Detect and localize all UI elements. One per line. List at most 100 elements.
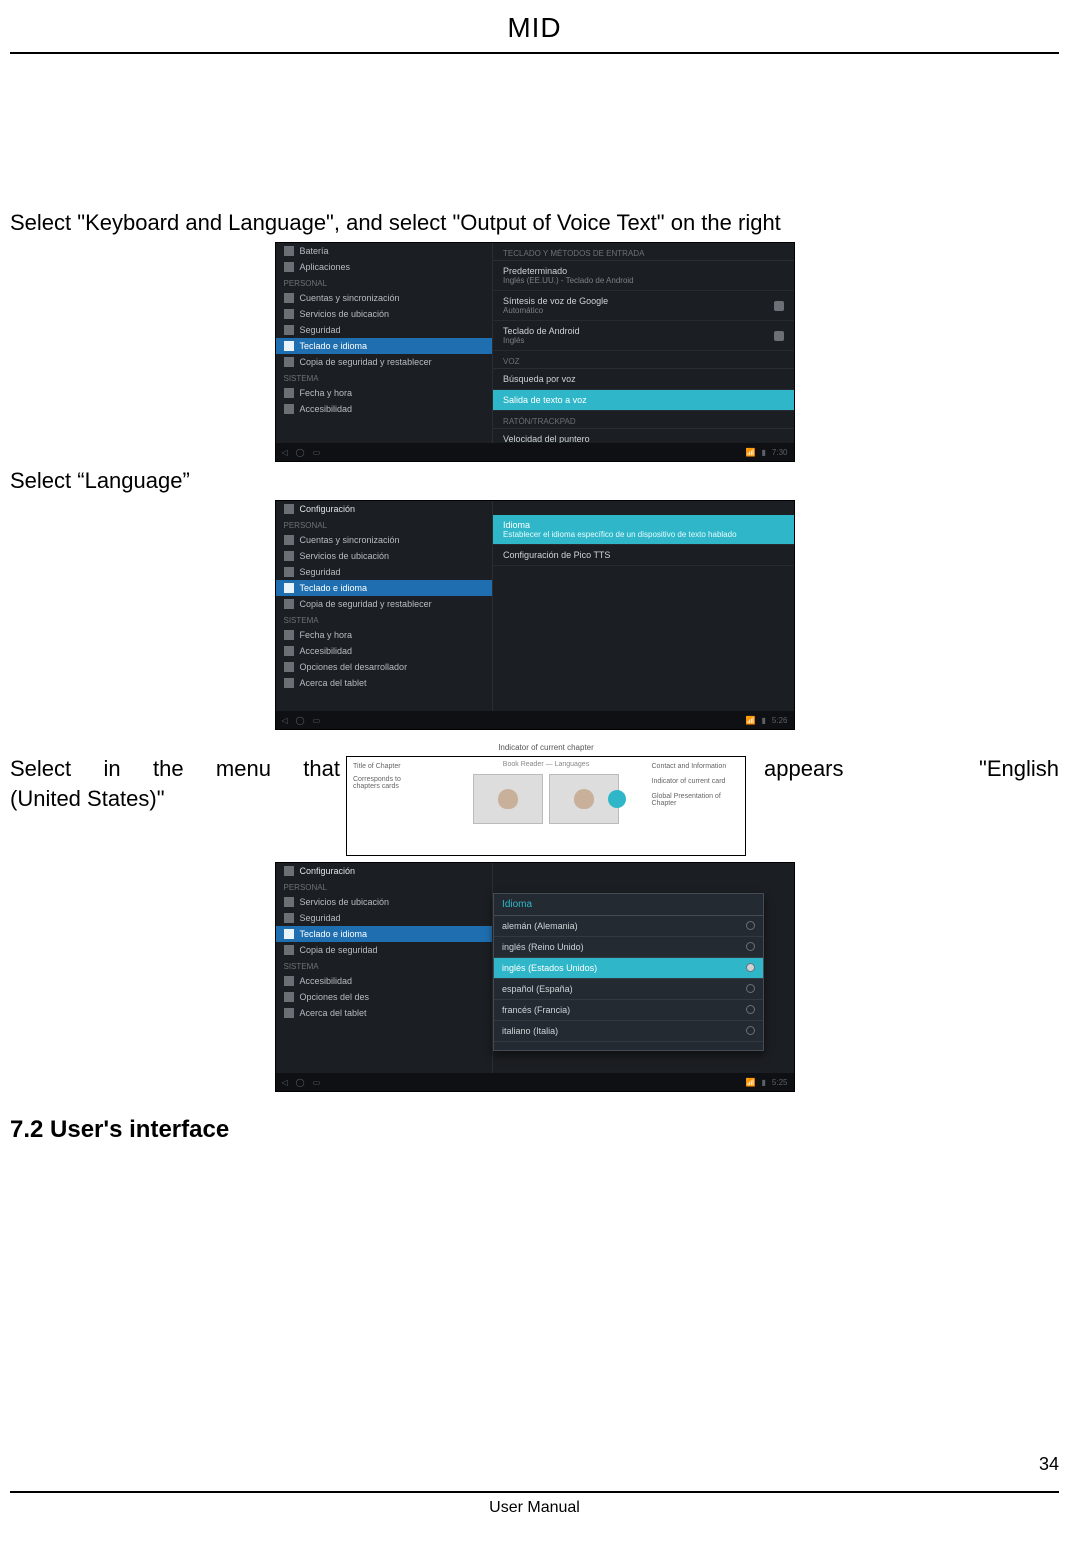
main-row-sub: Establecer el idioma específico de un di… [503, 530, 736, 539]
main-row-sub: Inglés [503, 336, 580, 345]
main-row-label: Idioma [503, 520, 530, 530]
main-row[interactable]: Búsqueda por voz [493, 369, 793, 390]
sidebar-item[interactable]: Fecha y hora [276, 385, 493, 401]
sidebar-item[interactable]: Accesibilidad [276, 643, 493, 659]
main-row-sub: Automático [503, 306, 608, 315]
shot2-main: IdiomaEstablecer el idioma específico de… [493, 501, 793, 711]
sidebar-item[interactable]: Copia de seguridad y restablecer [276, 354, 493, 370]
recent-icon[interactable]: ▭ [313, 448, 321, 457]
main-row[interactable]: Configuración de Pico TTS [493, 545, 793, 566]
language-option[interactable]: alemán (Alemania) [494, 916, 762, 937]
wifi-icon: 📶 [746, 716, 756, 725]
language-option[interactable]: inglés (Reino Unido) [494, 937, 762, 958]
clock-text: 7:30 [772, 448, 788, 457]
main-row[interactable]: Teclado de AndroidInglés [493, 321, 793, 351]
sidebar-item-label: Accesibilidad [300, 646, 353, 656]
shot3-right2: Indicator of current card [652, 778, 740, 785]
back-icon[interactable]: ◁ [282, 716, 288, 725]
sidebar-item[interactable]: Seguridad [276, 322, 493, 338]
info-icon [284, 1008, 294, 1018]
sidebar-item-label: Teclado e idioma [300, 929, 368, 939]
radio-icon [746, 921, 755, 930]
sidebar-item[interactable]: Seguridad [276, 910, 493, 926]
sidebar-item-keyboard-language[interactable]: Teclado e idioma [276, 926, 493, 942]
main-row-label: Salida de texto a voz [503, 395, 587, 405]
main-row-tts-output[interactable]: Salida de texto a voz [493, 390, 793, 411]
sidebar-item-keyboard-language[interactable]: Teclado e idioma [276, 580, 493, 596]
home-icon[interactable]: ◯ [296, 1078, 305, 1087]
developer-icon [284, 992, 294, 1002]
sidebar-item-label: Seguridad [300, 567, 341, 577]
sidebar-item-label: Acerca del tablet [300, 678, 367, 688]
sidebar-item[interactable]: Accesibilidad [276, 973, 493, 989]
language-option[interactable]: español (España) [494, 979, 762, 1000]
main-row-language[interactable]: IdiomaEstablecer el idioma específico de… [493, 515, 793, 545]
page-header: MID [0, 0, 1069, 44]
sidebar-item[interactable]: Aplicaciones [276, 259, 493, 275]
home-icon[interactable]: ◯ [296, 716, 305, 725]
instruction-step-1: Select "Keyboard and Language", and sele… [10, 210, 1059, 236]
clock-icon [284, 388, 294, 398]
gear-icon[interactable] [774, 301, 784, 311]
sidebar-item-label: Acerca del tablet [300, 1008, 367, 1018]
settings-title: Configuración [276, 863, 493, 879]
shot3-left-sub2: chapters cards [353, 783, 441, 790]
thumbnail[interactable] [473, 774, 543, 824]
recent-icon[interactable]: ▭ [313, 1078, 321, 1087]
sidebar-item[interactable]: Servicios de ubicación [276, 894, 493, 910]
lock-icon [284, 913, 294, 923]
sidebar-item[interactable]: Acerca del tablet [276, 675, 493, 691]
sidebar-item[interactable]: Acerca del tablet [276, 1005, 493, 1021]
sidebar-item[interactable]: Fecha y hora [276, 627, 493, 643]
option-label: inglés (Reino Unido) [502, 942, 584, 952]
sidebar-item-label: Fecha y hora [300, 388, 353, 398]
sidebar-item[interactable]: Copia de seguridad [276, 942, 493, 958]
sidebar-item[interactable]: Opciones del desarrollador [276, 659, 493, 675]
language-option-english-us[interactable]: inglés (Estados Unidos) [494, 958, 762, 979]
home-icon[interactable]: ◯ [296, 448, 305, 457]
android-navbar: ◁◯▭ 📶▮7:30 [276, 443, 794, 461]
sidebar-item-label: Copia de seguridad y restablecer [300, 357, 432, 367]
sidebar-item-keyboard-language[interactable]: Teclado e idioma [276, 338, 493, 354]
wifi-icon: 📶 [746, 448, 756, 457]
accessibility-icon [284, 404, 294, 414]
section-heading: 7.2 User's interface [10, 1116, 1059, 1144]
back-icon[interactable]: ◁ [282, 448, 288, 457]
back-icon[interactable]: ◁ [282, 1078, 288, 1087]
recent-icon[interactable]: ▭ [313, 716, 321, 725]
sidebar-item[interactable]: Seguridad [276, 564, 493, 580]
sidebar-item[interactable]: Batería [276, 243, 493, 259]
sidebar-item-label: Copia de seguridad [300, 945, 378, 955]
sidebar-item[interactable]: Opciones del des [276, 989, 493, 1005]
sidebar-item[interactable]: Servicios de ubicación [276, 306, 493, 322]
apps-icon [284, 262, 294, 272]
title-text: Configuración [300, 866, 356, 876]
main-row[interactable]: PredeterminadoInglés (EE.UU.) - Teclado … [493, 261, 793, 291]
radio-icon [746, 1005, 755, 1014]
sidebar-item[interactable]: Copia de seguridad y restablecer [276, 596, 493, 612]
shot3-left-title: Title of Chapter [353, 763, 441, 770]
sidebar-item[interactable]: Cuentas y sincronización [276, 290, 493, 306]
sync-icon [284, 293, 294, 303]
gear-icon[interactable] [774, 331, 784, 341]
sidebar-item-label: Batería [300, 246, 329, 256]
sidebar-item-label: Accesibilidad [300, 976, 353, 986]
battery-icon: ▮ [762, 1078, 766, 1087]
option-label: alemán (Alemania) [502, 921, 578, 931]
sidebar-item[interactable]: Servicios de ubicación [276, 548, 493, 564]
page: MID Select "Keyboard and Language", and … [0, 0, 1069, 1549]
page-footer: 34 User Manual [10, 1454, 1059, 1519]
instruction-step-3-cont: (United States)" [10, 786, 340, 812]
shot3-mid: Book Reader — Languages [447, 757, 646, 855]
sidebar-item[interactable]: Cuentas y sincronización [276, 532, 493, 548]
page-number: 34 [10, 1454, 1059, 1475]
badge-icon [608, 790, 626, 808]
main-row-label: Configuración de Pico TTS [503, 550, 610, 560]
sidebar-item[interactable]: Accesibilidad [276, 401, 493, 417]
main-row[interactable]: Síntesis de voz de GoogleAutomático [493, 291, 793, 321]
radio-icon [746, 942, 755, 951]
language-option[interactable]: francés (Francia) [494, 1000, 762, 1021]
thumbnail[interactable] [549, 774, 619, 824]
language-option[interactable]: italiano (Italia) [494, 1021, 762, 1042]
face-icon [574, 789, 594, 809]
